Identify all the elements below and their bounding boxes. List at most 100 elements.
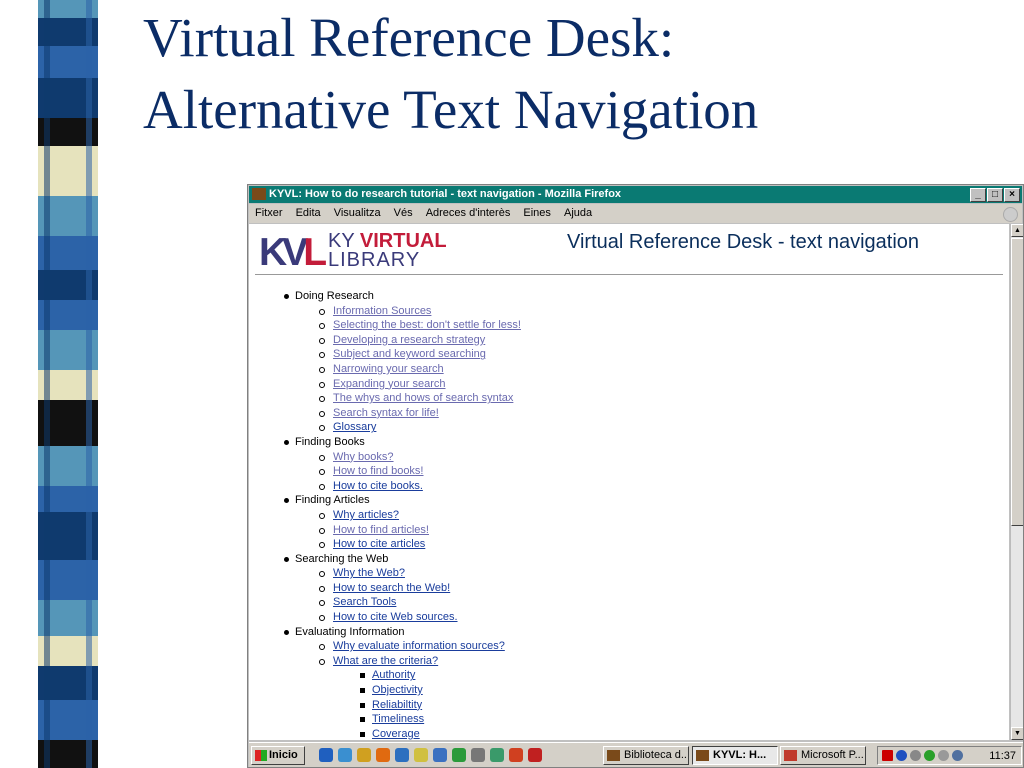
toc-link[interactable]: Why books? — [333, 450, 394, 465]
taskbar-window-label: KYVL: H... — [713, 749, 767, 761]
norton-icon[interactable] — [882, 750, 893, 761]
toc-row: Objectivity — [249, 683, 989, 698]
firefox-icon — [252, 188, 266, 200]
window-title: KYVL: How to do research tutorial - text… — [269, 188, 622, 200]
toc-sublink[interactable]: Timeliness — [372, 712, 424, 727]
toc-link[interactable]: Search Tools — [333, 595, 396, 610]
bullet-icon — [360, 673, 365, 679]
toc-link[interactable]: The whys and hows of search syntax — [333, 391, 513, 406]
messenger-icon[interactable] — [924, 750, 935, 761]
page-heading: Virtual Reference Desk - text navigation — [567, 231, 920, 253]
menu-fitxer[interactable]: Fitxer — [255, 207, 283, 219]
toc-link[interactable]: Selecting the best: don't settle for les… — [333, 318, 521, 333]
scroll-thumb[interactable] — [1011, 238, 1023, 526]
bullet-icon — [360, 702, 365, 708]
ie-icon[interactable] — [319, 748, 333, 762]
start-button[interactable]: Inicio — [251, 746, 305, 765]
toc-link[interactable]: Narrowing your search — [333, 362, 444, 377]
menu-visualitza[interactable]: Visualitza — [334, 207, 381, 219]
toc-link[interactable]: Information Sources — [333, 304, 431, 319]
recycle-icon[interactable] — [452, 748, 466, 762]
opera-icon[interactable] — [528, 748, 542, 762]
firefox-icon[interactable] — [376, 748, 390, 762]
window-titlebar[interactable]: KYVL: How to do research tutorial - text… — [249, 186, 1022, 203]
logo-library: LIBRARY — [328, 249, 421, 271]
toc-row: Expanding your search — [249, 377, 989, 392]
toc-sublink[interactable]: Objectivity — [372, 683, 423, 698]
toc-section-title: Searching the Web — [295, 552, 389, 565]
toc-row: Developing a research strategy — [249, 333, 989, 348]
taskbar-window-button[interactable]: KYVL: H... — [692, 746, 778, 765]
toc-link[interactable]: How to cite articles — [333, 537, 425, 552]
toc-sublink[interactable]: Coverage — [372, 727, 420, 740]
bullet-icon — [319, 585, 325, 592]
toc-row: How to cite articles — [249, 537, 989, 552]
network-icon[interactable] — [896, 750, 907, 761]
bullet-icon — [319, 425, 325, 432]
divider — [255, 274, 1003, 275]
logo-mark: KVL — [259, 231, 327, 274]
search-icon[interactable] — [357, 748, 371, 762]
toc-row: Reliabiltity — [249, 698, 989, 713]
logo-ky-virtual: KY VIRTUAL — [328, 231, 447, 251]
scroll-down-button[interactable]: ▼ — [1011, 727, 1023, 740]
toc-row: Information Sources — [249, 304, 989, 319]
volume-icon[interactable] — [910, 750, 921, 761]
word-icon[interactable] — [395, 748, 409, 762]
toc-link[interactable]: Expanding your search — [333, 377, 446, 392]
toc-link[interactable]: Why articles? — [333, 508, 399, 523]
bullet-icon — [319, 644, 325, 651]
windows-flag-icon — [255, 750, 267, 761]
vertical-scrollbar[interactable]: ▲ ▼ — [1010, 224, 1023, 740]
toc-row: How to cite Web sources. — [249, 610, 989, 625]
toc-link[interactable]: Search syntax for life! — [333, 406, 439, 421]
bullet-icon — [319, 469, 325, 476]
bullet-icon — [319, 410, 325, 417]
toc-link[interactable]: How to search the Web! — [333, 581, 450, 596]
outlook-icon[interactable] — [338, 748, 352, 762]
menu-edita[interactable]: Edita — [296, 207, 321, 219]
powerpoint-icon[interactable] — [509, 748, 523, 762]
bullet-icon — [319, 323, 325, 330]
toc-row: The whys and hows of search syntax — [249, 391, 989, 406]
toc-link[interactable]: Why evaluate information sources? — [333, 639, 505, 654]
close-button[interactable]: × — [1004, 188, 1020, 202]
edit-icon[interactable] — [414, 748, 428, 762]
toc-row: What are the criteria? — [249, 654, 989, 669]
menu-adreces[interactable]: Adreces d'interès — [426, 207, 511, 219]
toc-row: Coverage — [249, 727, 989, 740]
toc-link[interactable]: How to find articles! — [333, 523, 429, 538]
tray-sync-icon[interactable] — [952, 750, 963, 761]
maximize-button[interactable]: □ — [987, 188, 1003, 202]
tool-icon[interactable] — [471, 748, 485, 762]
toc-link[interactable]: Glossary — [333, 420, 376, 435]
media-icon[interactable] — [490, 748, 504, 762]
refresh-icon[interactable] — [433, 748, 447, 762]
toc-link[interactable]: Developing a research strategy — [333, 333, 485, 348]
toc-link[interactable]: Why the Web? — [333, 566, 405, 581]
scroll-up-button[interactable]: ▲ — [1011, 224, 1023, 237]
menu-eines[interactable]: Eines — [523, 207, 551, 219]
taskbar-window-label: Biblioteca d... — [624, 749, 689, 761]
taskbar-window-button[interactable]: Biblioteca d... — [603, 746, 689, 765]
toc-sublink[interactable]: Authority — [372, 668, 415, 683]
toc-section-title: Finding Books — [295, 435, 365, 448]
tray-app-icon[interactable] — [938, 750, 949, 761]
taskbar-window-button[interactable]: Microsoft P... — [780, 746, 866, 765]
menu-ves[interactable]: Vés — [394, 207, 413, 219]
toc-link[interactable]: How to find books! — [333, 464, 424, 479]
toc-link[interactable]: How to cite Web sources. — [333, 610, 458, 625]
toc-row: Why evaluate information sources? — [249, 639, 989, 654]
toc-row: Doing Research — [249, 289, 989, 304]
toc-link[interactable]: How to cite books. — [333, 479, 423, 494]
logo-mark-v: V — [282, 231, 308, 274]
bullet-icon — [319, 571, 325, 578]
menu-ajuda[interactable]: Ajuda — [564, 207, 592, 219]
toc-link[interactable]: Subject and keyword searching — [333, 347, 486, 362]
bullet-icon — [319, 527, 325, 534]
toc-link[interactable]: What are the criteria? — [333, 654, 438, 669]
bullet-icon — [319, 454, 325, 461]
toc-sublink[interactable]: Reliabiltity — [372, 698, 422, 713]
minimize-button[interactable]: _ — [970, 188, 986, 202]
bullet-icon — [319, 600, 325, 607]
